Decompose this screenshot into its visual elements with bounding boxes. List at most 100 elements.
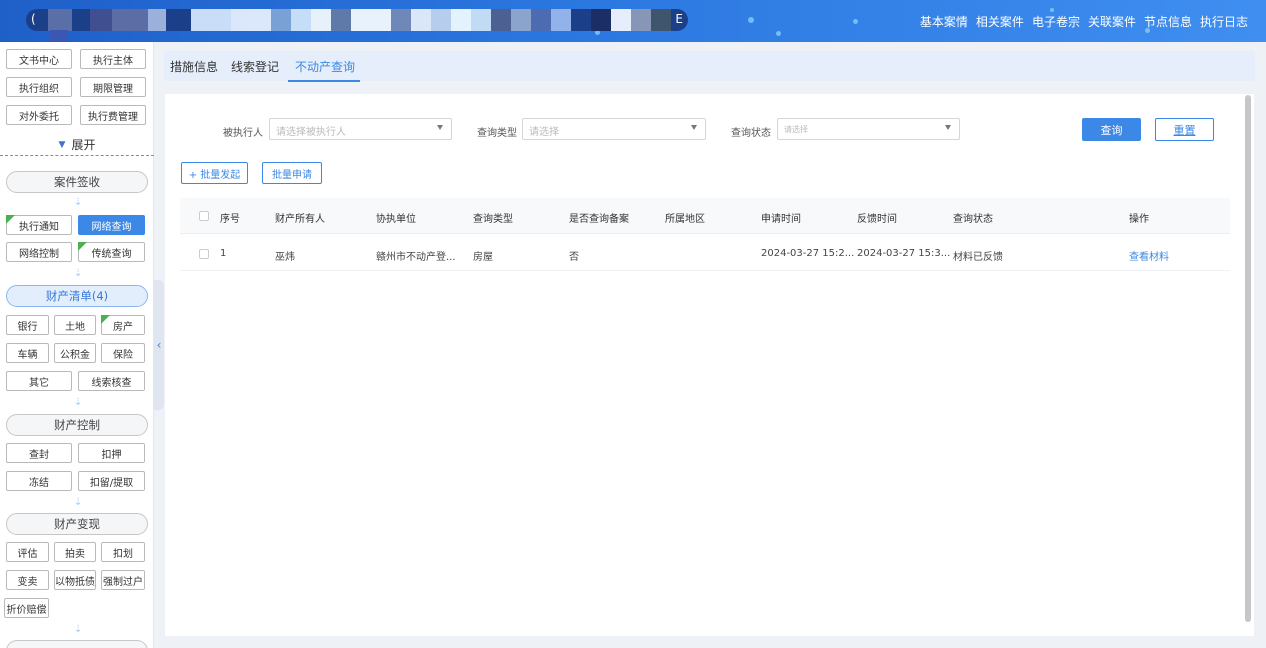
reset-button[interactable]: 重置	[1155, 118, 1214, 141]
cell-status: 材料已反馈	[953, 252, 1003, 263]
asset-housing-fund[interactable]: 公积金	[54, 343, 96, 363]
batch-apply-button[interactable]: 批量申请	[262, 162, 322, 184]
arrow-down-icon: ⇣	[74, 624, 83, 635]
expand-label: 展开	[71, 138, 96, 152]
section-next-partial[interactable]	[6, 640, 148, 648]
col-unit: 协执单位	[376, 214, 416, 225]
query-type-label: 查询类型	[477, 128, 517, 139]
realize-auction[interactable]: 拍卖	[54, 542, 96, 562]
select-all-checkbox[interactable]	[199, 211, 209, 221]
table-header: 序号 财产所有人 协执单位 查询类型 是否查询备案 所属地区 申请时间 反馈时间…	[180, 198, 1230, 234]
sidebar-btn-execution-fee[interactable]: 执行费管理	[80, 105, 146, 125]
vertical-scrollbar[interactable]	[1245, 95, 1251, 622]
chevron-left-icon: ‹	[156, 338, 162, 352]
tab-bar: 措施信息 线索登记 不动产查询	[164, 51, 1255, 82]
step-network-query[interactable]: 网络查询	[78, 215, 145, 235]
cell-index: 1	[220, 248, 227, 259]
sidebar-btn-documents[interactable]: 文书中心	[6, 49, 72, 69]
cell-apply-time: 2024-03-27 15:2...	[761, 248, 855, 259]
triangle-down-icon: ▼	[58, 139, 66, 150]
section-property-control[interactable]: 财产控制	[6, 414, 148, 436]
query-status-label: 查询状态	[731, 128, 771, 139]
col-query-type: 查询类型	[473, 214, 513, 225]
asset-vehicle[interactable]: 车辆	[6, 343, 49, 363]
asset-clue-check[interactable]: 线索核查	[78, 371, 145, 391]
batch-launch-button[interactable]: + 批量发起	[181, 162, 248, 184]
executee-placeholder: 请选择被执行人	[276, 127, 346, 138]
asset-bank[interactable]: 银行	[6, 315, 49, 335]
done-flag-icon	[101, 315, 110, 324]
case-title-redacted-tail	[50, 30, 68, 42]
decor-dot	[1050, 8, 1054, 12]
decor-dot	[776, 31, 781, 36]
sidebar-btn-external-entrust[interactable]: 对外委托	[6, 105, 72, 125]
row-checkbox[interactable]	[199, 249, 209, 259]
step-label: 房产	[113, 321, 133, 333]
nav-e-dossier[interactable]: 电子卷宗	[1032, 13, 1080, 30]
col-owner: 财产所有人	[275, 214, 325, 225]
col-status: 查询状态	[953, 214, 993, 225]
section-property-list[interactable]: 财产清单(4)	[6, 285, 148, 307]
col-region: 所属地区	[665, 214, 705, 225]
query-status-placeholder: 请选择	[784, 125, 808, 134]
caret-down-icon	[437, 125, 443, 130]
asset-real-estate[interactable]: 房产	[101, 315, 145, 335]
nav-execution-log[interactable]: 执行日志	[1200, 13, 1248, 30]
tab-real-estate-query[interactable]: 不动产查询	[295, 58, 355, 75]
cell-feedback-time: 2024-03-27 15:3...	[857, 248, 951, 259]
case-title-redacted: ( E	[26, 9, 688, 31]
active-tab-indicator	[288, 80, 360, 82]
nav-node-info[interactable]: 节点信息	[1144, 13, 1192, 30]
section-property-realization[interactable]: 财产变现	[6, 513, 148, 535]
realize-discount-compensation[interactable]: 折价赔偿	[4, 598, 49, 618]
arrow-down-icon: ⇣	[74, 497, 83, 508]
case-title-prefix: (	[31, 12, 36, 26]
control-detain[interactable]: 扣押	[78, 443, 145, 463]
nav-related-cases[interactable]: 相关案件	[976, 13, 1024, 30]
case-title-suffix: E	[675, 12, 683, 26]
col-index: 序号	[220, 214, 240, 225]
sidebar-btn-deadline[interactable]: 期限管理	[80, 77, 146, 97]
done-flag-icon	[78, 242, 87, 251]
executee-label: 被执行人	[223, 128, 263, 139]
query-type-select[interactable]: 请选择	[522, 118, 706, 140]
realize-appraise[interactable]: 评估	[6, 542, 49, 562]
step-network-control[interactable]: 网络控制	[6, 242, 72, 262]
sidebar-btn-execution-subject[interactable]: 执行主体	[80, 49, 146, 69]
realize-sell[interactable]: 变卖	[6, 570, 49, 590]
section-case-sign[interactable]: 案件签收	[6, 171, 148, 193]
view-material-link[interactable]: 查看材料	[1129, 248, 1169, 263]
main-panel	[165, 94, 1254, 636]
tab-clue-register[interactable]: 线索登记	[231, 58, 279, 75]
realize-offset-with-goods[interactable]: 以物抵债	[54, 570, 96, 590]
sidebar: 文书中心 执行主体 执行组织 期限管理 对外委托 执行费管理 ▼ 展开 案件签收…	[0, 42, 154, 648]
row-divider	[180, 270, 1230, 271]
cell-unit: 赣州市不动产登...	[376, 252, 456, 263]
control-withhold-extract[interactable]: 扣留/提取	[78, 471, 145, 491]
asset-other[interactable]: 其它	[6, 371, 72, 391]
asset-land[interactable]: 土地	[54, 315, 96, 335]
sidebar-collapse-handle[interactable]: ‹	[154, 280, 164, 410]
decor-dot	[853, 19, 858, 24]
col-action: 操作	[1129, 214, 1149, 225]
sidebar-btn-execution-org[interactable]: 执行组织	[6, 77, 72, 97]
top-nav: 基本案情 相关案件 电子卷宗 关联案件 节点信息 执行日志	[920, 13, 1248, 30]
search-button[interactable]: 查询	[1082, 118, 1141, 141]
control-freeze[interactable]: 冻结	[6, 471, 72, 491]
arrow-down-icon: ⇣	[74, 268, 83, 279]
top-header: ( E 基本案情 相关案件 电子卷宗 关联案件 节点信息 执行日志	[0, 0, 1266, 42]
tab-measure-info[interactable]: 措施信息	[170, 58, 218, 75]
executee-select[interactable]: 请选择被执行人	[269, 118, 452, 140]
col-feedback-time: 反馈时间	[857, 214, 897, 225]
nav-linked-cases[interactable]: 关联案件	[1088, 13, 1136, 30]
step-execution-notice[interactable]: 执行通知	[6, 215, 72, 235]
step-traditional-query[interactable]: 传统查询	[78, 242, 145, 262]
query-status-select[interactable]: 请选择	[777, 118, 960, 140]
asset-insurance[interactable]: 保险	[101, 343, 145, 363]
expand-toggle[interactable]: ▼ 展开	[0, 134, 154, 156]
realize-transfer[interactable]: 扣划	[101, 542, 145, 562]
nav-basic-info[interactable]: 基本案情	[920, 13, 968, 30]
realize-forced-transfer[interactable]: 强制过户	[101, 570, 145, 590]
cell-owner: 巫炜	[275, 252, 295, 263]
control-seal[interactable]: 查封	[6, 443, 72, 463]
